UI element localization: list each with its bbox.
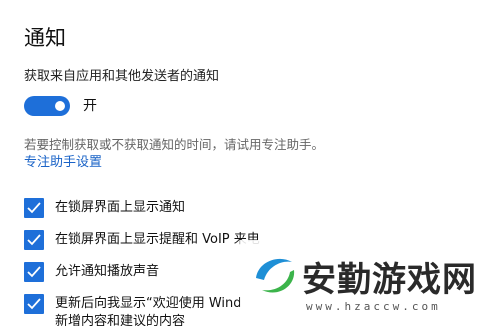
option-label: 允许通知播放声音 <box>55 264 160 279</box>
notifications-toggle[interactable] <box>24 96 70 116</box>
toggle-state-label: 开 <box>83 98 97 114</box>
option-label: 更新后向我显示“欢迎使用 Wind <box>55 296 242 311</box>
checkbox-checked-icon[interactable] <box>24 262 44 282</box>
watermark-logo-icon <box>248 248 302 306</box>
page-title: 通知 <box>24 26 66 50</box>
watermark-url: www.hzaccw.com <box>306 300 441 313</box>
watermark-text: 安勤游戏网 <box>302 260 477 300</box>
notification-settings-page: 通知 获取来自应用和其他发送者的通知 开 若要控制获取或不获取通知的时间，请试用… <box>0 0 496 326</box>
checkbox-checked-icon[interactable] <box>24 198 44 218</box>
toggle-knob <box>55 101 65 111</box>
site-watermark: 安勤游戏网 www.hzaccw.com <box>240 240 496 326</box>
checkbox-checked-icon[interactable] <box>24 230 44 250</box>
focus-assist-settings-link[interactable]: 专注助手设置 <box>24 154 102 172</box>
focus-assist-hint: 若要控制获取或不获取通知的时间，请试用专注助手。 <box>24 137 325 152</box>
option-label-line2: 新增内容和建议的内容 <box>55 314 186 326</box>
notifications-toggle-label: 获取来自应用和其他发送者的通知 <box>24 69 220 84</box>
checkbox-checked-icon[interactable] <box>24 294 44 314</box>
option-label: 在锁屏界面上显示提醒和 VoIP 来电 <box>55 232 260 247</box>
option-label: 在锁屏界面上显示通知 <box>55 200 186 215</box>
